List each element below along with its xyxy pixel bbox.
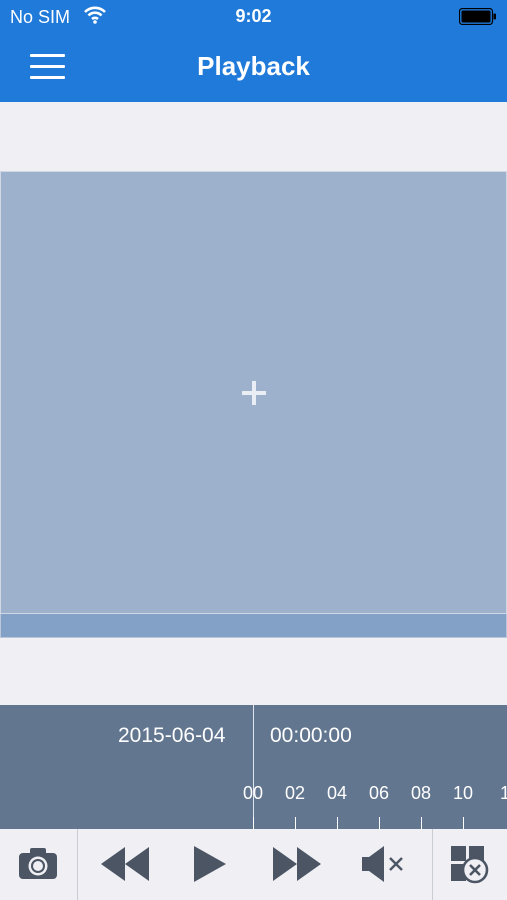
- playback-screen: No SIM 9:02 Playback 2015-06-04 00:00:00: [0, 0, 507, 900]
- fast-forward-button[interactable]: [262, 829, 332, 900]
- hour-tick: [421, 817, 422, 829]
- hour-label: 00: [242, 783, 264, 803]
- timeline-ruler[interactable]: 00 02 04 06 08 10 12: [0, 783, 507, 829]
- close-channel-button[interactable]: [433, 829, 507, 900]
- snapshot-button[interactable]: [0, 829, 77, 900]
- hour-tick: [463, 817, 464, 829]
- hour-tick: [253, 817, 254, 829]
- rewind-button[interactable]: [90, 829, 160, 900]
- toolbar-divider: [77, 829, 78, 900]
- hour-label: 04: [326, 783, 348, 803]
- hour-label: 10: [452, 783, 474, 803]
- hour-label: 12: [500, 783, 507, 803]
- timeline-time: 00:00:00: [270, 724, 352, 747]
- hour-tick: [379, 817, 380, 829]
- mute-button[interactable]: [350, 829, 420, 900]
- hour-label: 06: [368, 783, 390, 803]
- close-channel-icon: [451, 846, 489, 884]
- hour-tick: [337, 817, 338, 829]
- fast-forward-icon: [273, 847, 321, 881]
- camera-icon: [19, 848, 57, 879]
- nav-bar: Playback: [0, 34, 507, 102]
- clock: 9:02: [235, 6, 272, 26]
- battery-icon: [459, 8, 496, 25]
- timeline-date: 2015-06-04: [118, 724, 226, 747]
- plus-icon[interactable]: [240, 379, 268, 407]
- page-title: Playback: [197, 51, 310, 81]
- play-button[interactable]: [180, 829, 240, 900]
- playback-toolbar: [0, 829, 507, 900]
- mute-icon: [362, 846, 403, 882]
- play-icon: [194, 846, 226, 882]
- hour-tick: [295, 817, 296, 829]
- video-info-strip: [0, 614, 507, 638]
- hour-label: 08: [410, 783, 432, 803]
- rewind-icon: [101, 847, 149, 881]
- status-bar: No SIM 9:02: [0, 0, 507, 34]
- hour-label: 02: [284, 783, 306, 803]
- timeline[interactable]: 2015-06-04 00:00:00 00 02 04 06 08 10 12: [0, 705, 507, 829]
